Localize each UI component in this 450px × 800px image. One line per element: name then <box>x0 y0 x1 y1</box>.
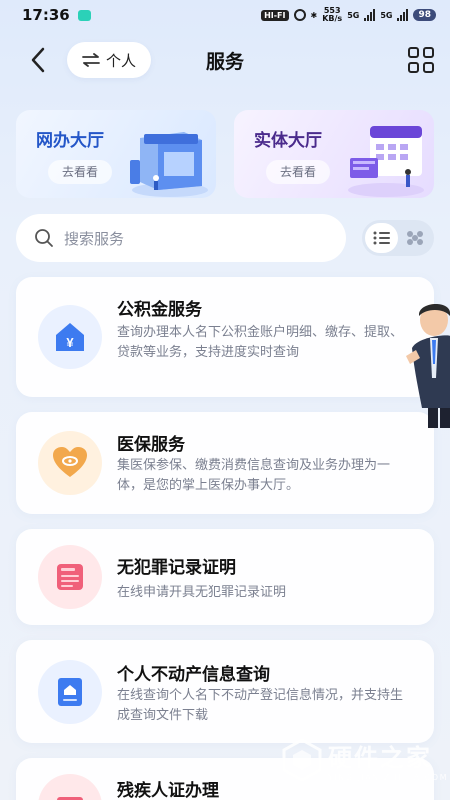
online-hall-link[interactable]: 去看看 <box>48 160 112 184</box>
view-mode-toggle <box>362 220 434 256</box>
search-placeholder: 搜索服务 <box>64 229 125 248</box>
service-description: 集医保参保、缴费消费信息查询及业务办理为一体，是您的掌上医保办事大厅。 <box>117 458 391 493</box>
house-yuan-icon: ¥ <box>38 305 102 369</box>
service-card-disability-certificate[interactable]: 残疾人证办理 <box>16 758 434 800</box>
service-description: 在线申请开具无犯罪记录证明 <box>117 585 287 600</box>
sim1-label: 5G <box>347 10 360 20</box>
offline-hall-card[interactable]: 实体大厅 去看看 <box>234 110 434 198</box>
service-title: 个人不动产信息查询 <box>117 665 270 685</box>
offline-hall-link[interactable]: 去看看 <box>266 160 330 184</box>
list-view-button[interactable] <box>365 223 398 253</box>
certificate-icon <box>38 545 102 609</box>
disability-card-icon <box>38 774 102 800</box>
service-card-property-info[interactable]: 个人不动产信息查询 在线查询个人名下不动产登记信息情况，并支持生成查询文件下载 <box>16 640 434 743</box>
alarm-icon <box>293 9 306 21</box>
hifi-badge: HI-FI <box>261 9 289 21</box>
service-title: 医保服务 <box>117 435 185 455</box>
search-icon <box>35 229 53 247</box>
online-hall-title: 网办大厅 <box>36 131 104 151</box>
signal-icon-2 <box>397 9 409 21</box>
status-indicators: HI-FI ✱ 553 KB/s 5G 5G 98 <box>261 7 436 23</box>
service-description: 查询办理本人名下公积金账户明细、缴存、提取、贷款等业务，支持进度实时查询 <box>117 325 404 360</box>
service-title: 无犯罪记录证明 <box>117 558 236 578</box>
sim2-label: 5G <box>380 10 393 20</box>
grid-icon-cell <box>408 62 419 73</box>
service-description: 在线查询个人名下不动产登记信息情况，并支持生成查询文件下载 <box>117 688 404 723</box>
service-title: 残疾人证办理 <box>117 781 219 800</box>
identity-switch-button[interactable]: 个人 <box>67 42 151 78</box>
heart-icon <box>38 431 102 495</box>
back-button[interactable] <box>24 46 52 74</box>
status-time: 17:36 <box>22 6 70 24</box>
offline-hall-title: 实体大厅 <box>254 131 322 151</box>
service-card-medical-insurance[interactable]: 医保服务 集医保参保、缴费消费信息查询及业务办理为一体，是您的掌上医保办事大厅。 <box>16 412 434 514</box>
battery-indicator: 98 <box>413 9 436 21</box>
grid-icon <box>408 47 419 58</box>
search-input[interactable]: 搜索服务 <box>16 214 346 262</box>
network-speed: 553 KB/s <box>322 6 343 23</box>
status-bar: 17:36 HI-FI ✱ 553 KB/s 5G 5G 98 <box>0 0 450 30</box>
property-document-icon <box>38 660 102 724</box>
grid-menu-button[interactable] <box>408 47 434 73</box>
offline-hall-calendar-icon <box>348 126 424 197</box>
app-notification-icon <box>77 9 91 21</box>
service-card-no-criminal-record[interactable]: 无犯罪记录证明 在线申请开具无犯罪记录证明 <box>16 529 434 625</box>
grid-icon-cell <box>423 47 434 58</box>
online-hall-building-icon <box>130 132 208 197</box>
dots-grid-icon <box>406 231 423 245</box>
switch-arrows-icon <box>82 53 100 67</box>
svg-text:¥: ¥ <box>66 335 74 350</box>
service-title: 公积金服务 <box>117 300 202 320</box>
list-icon <box>373 231 390 245</box>
bluetooth-icon: ✱ <box>310 10 318 20</box>
grid-view-button[interactable] <box>398 223 431 253</box>
signal-icon <box>364 9 376 21</box>
service-card-housing-fund[interactable]: ¥ 公积金服务 查询办理本人名下公积金账户明细、缴存、提取、贷款等业务，支持进度… <box>16 277 434 397</box>
chevron-left-icon <box>31 47 45 73</box>
grid-icon-cell <box>423 62 434 73</box>
online-hall-card[interactable]: 网办大厅 去看看 <box>16 110 216 198</box>
identity-switch-label: 个人 <box>105 51 136 70</box>
assistant-mascot[interactable] <box>404 298 450 428</box>
